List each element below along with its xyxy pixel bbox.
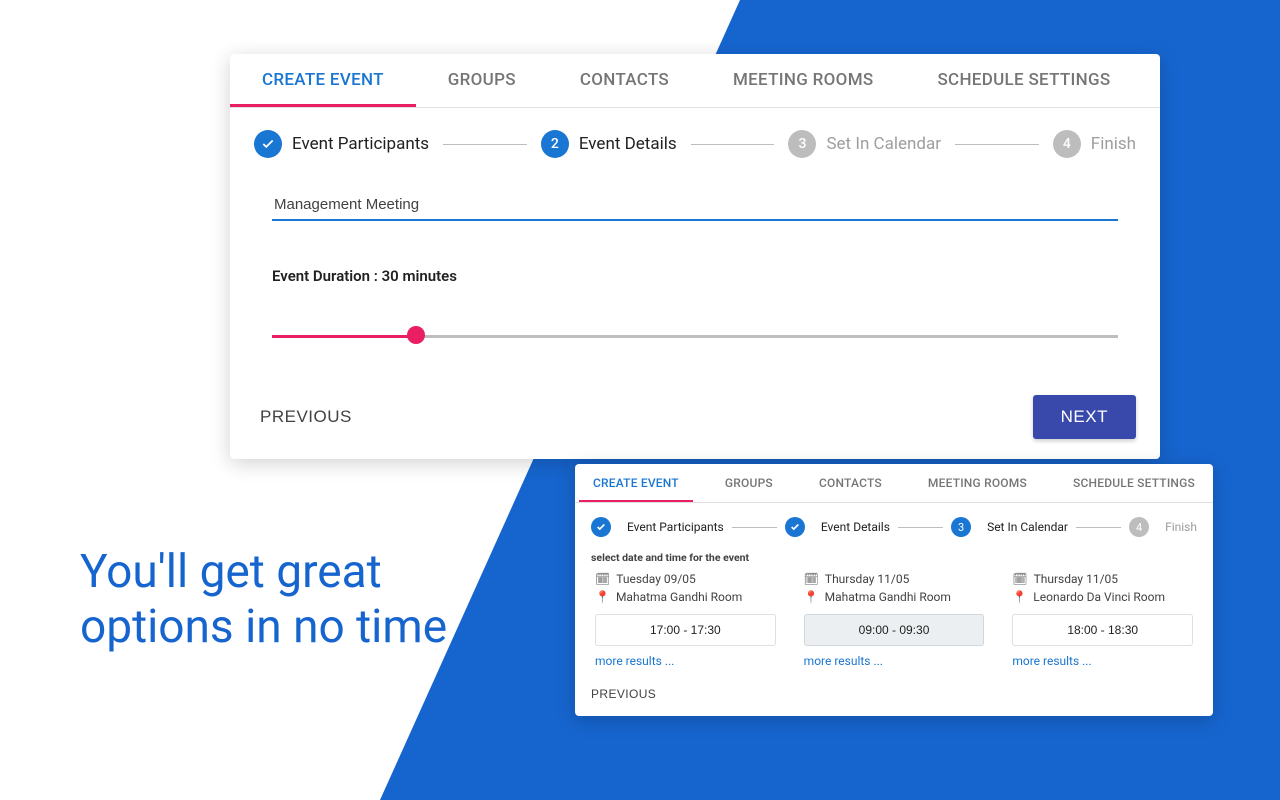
tab-contacts[interactable]: CONTACTS: [548, 54, 701, 107]
slot-room-text: Mahatma Gandhi Room: [825, 590, 951, 604]
previous-button[interactable]: PREVIOUS: [591, 687, 656, 701]
step-label: Event Details: [579, 134, 677, 154]
calendar-icon: 🗓: [1012, 572, 1027, 586]
step-label: Set In Calendar: [826, 134, 941, 154]
time-slot-button[interactable]: 18:00 - 18:30: [1012, 614, 1193, 646]
wizard-stepper: Event Participants 2 Event Details 3 Set…: [230, 108, 1160, 168]
step-number-icon: 4: [1053, 130, 1081, 158]
tab-schedule-settings[interactable]: SCHEDULE SETTINGS: [1059, 464, 1209, 502]
step-connector: [732, 527, 777, 528]
time-slot-option: 🗓 Tuesday 09/05 📍 Mahatma Gandhi Room 17…: [595, 572, 776, 669]
tab-create-event[interactable]: CREATE EVENT: [230, 54, 416, 107]
more-results-link[interactable]: more results ...: [595, 654, 674, 668]
tab-schedule-settings[interactable]: SCHEDULE SETTINGS: [905, 54, 1142, 107]
create-event-card-step2: CREATE EVENT GROUPS CONTACTS MEETING ROO…: [230, 54, 1160, 459]
event-duration-label: Event Duration : 30 minutes: [272, 267, 1118, 285]
check-icon: [591, 517, 611, 537]
slot-date-text: Thursday 11/05: [1034, 572, 1118, 586]
tab-contacts[interactable]: CONTACTS: [805, 464, 896, 502]
step-details[interactable]: Event Details: [785, 517, 890, 537]
location-icon: 📍: [1012, 590, 1027, 604]
step-finish[interactable]: 4 Finish: [1129, 517, 1197, 537]
marketing-headline: You'll get great options in no time: [80, 545, 447, 655]
step-connector: [691, 144, 775, 145]
wizard-stepper: Event Participants Event Details 3 Set I…: [575, 503, 1213, 543]
slider-fill: [272, 335, 416, 338]
headline-line: options in no time: [80, 600, 447, 655]
step-details[interactable]: 2 Event Details: [541, 130, 677, 158]
slot-room-text: Leonardo Da Vinci Room: [1033, 590, 1165, 604]
more-results-link[interactable]: more results ...: [804, 654, 883, 668]
slot-room: 📍 Mahatma Gandhi Room: [804, 590, 985, 604]
tab-groups[interactable]: GROUPS: [416, 54, 548, 107]
step-participants[interactable]: Event Participants: [254, 130, 429, 158]
step-number-icon: 3: [951, 517, 971, 537]
time-slot-button[interactable]: 17:00 - 17:30: [595, 614, 776, 646]
previous-button[interactable]: PREVIOUS: [254, 397, 358, 437]
step-label: Event Participants: [292, 134, 429, 154]
check-icon: [254, 130, 282, 158]
step-number-icon: 3: [788, 130, 816, 158]
step-label: Set In Calendar: [987, 520, 1068, 534]
location-icon: 📍: [595, 590, 610, 604]
slot-room: 📍 Mahatma Gandhi Room: [595, 590, 776, 604]
step-connector: [1076, 527, 1121, 528]
check-icon: [785, 517, 805, 537]
time-slot-options: 🗓 Tuesday 09/05 📍 Mahatma Gandhi Room 17…: [575, 572, 1213, 669]
calendar-icon: 🗓: [595, 572, 610, 586]
slot-room: 📍 Leonardo Da Vinci Room: [1012, 590, 1193, 604]
slot-date: 🗓 Tuesday 09/05: [595, 572, 776, 586]
time-slot-button[interactable]: 09:00 - 09:30: [804, 614, 985, 646]
next-button[interactable]: NEXT: [1033, 395, 1136, 439]
step-set-in-calendar[interactable]: 3 Set In Calendar: [951, 517, 1068, 537]
event-name-input[interactable]: [272, 188, 1118, 221]
time-slot-option: 🗓 Thursday 11/05 📍 Leonardo Da Vinci Roo…: [1012, 572, 1193, 669]
slider-thumb[interactable]: [407, 326, 425, 344]
calendar-icon: 🗓: [804, 572, 819, 586]
select-datetime-instruction: select date and time for the event: [575, 543, 1213, 572]
step-set-in-calendar[interactable]: 3 Set In Calendar: [788, 130, 941, 158]
more-results-link[interactable]: more results ...: [1012, 654, 1091, 668]
step-number-icon: 2: [541, 130, 569, 158]
duration-slider[interactable]: [272, 327, 1118, 347]
slot-room-text: Mahatma Gandhi Room: [616, 590, 742, 604]
step-connector: [443, 144, 527, 145]
slot-date-text: Tuesday 09/05: [616, 572, 696, 586]
main-tabs: CREATE EVENT GROUPS CONTACTS MEETING ROO…: [575, 464, 1213, 503]
step-label: Finish: [1091, 134, 1136, 154]
event-details-form: Event Duration : 30 minutes: [230, 168, 1160, 375]
location-icon: 📍: [804, 590, 819, 604]
step-finish[interactable]: 4 Finish: [1053, 130, 1136, 158]
step-connector: [898, 527, 943, 528]
headline-line: You'll get great: [80, 545, 447, 600]
step-number-icon: 4: [1129, 517, 1149, 537]
step-label: Event Participants: [627, 520, 724, 534]
wizard-actions: PREVIOUS: [575, 669, 1213, 706]
step-label: Finish: [1165, 520, 1197, 534]
wizard-actions: PREVIOUS NEXT: [230, 375, 1160, 445]
step-label: Event Details: [821, 520, 890, 534]
slot-date-text: Thursday 11/05: [825, 572, 909, 586]
tab-meeting-rooms[interactable]: MEETING ROOMS: [914, 464, 1041, 502]
tab-create-event[interactable]: CREATE EVENT: [579, 464, 693, 502]
slot-date: 🗓 Thursday 11/05: [804, 572, 985, 586]
main-tabs: CREATE EVENT GROUPS CONTACTS MEETING ROO…: [230, 54, 1160, 108]
slot-date: 🗓 Thursday 11/05: [1012, 572, 1193, 586]
create-event-card-step3: CREATE EVENT GROUPS CONTACTS MEETING ROO…: [575, 464, 1213, 716]
time-slot-option: 🗓 Thursday 11/05 📍 Mahatma Gandhi Room 0…: [804, 572, 985, 669]
tab-groups[interactable]: GROUPS: [711, 464, 787, 502]
tab-meeting-rooms[interactable]: MEETING ROOMS: [701, 54, 905, 107]
step-participants[interactable]: Event Participants: [591, 517, 724, 537]
step-connector: [955, 144, 1039, 145]
